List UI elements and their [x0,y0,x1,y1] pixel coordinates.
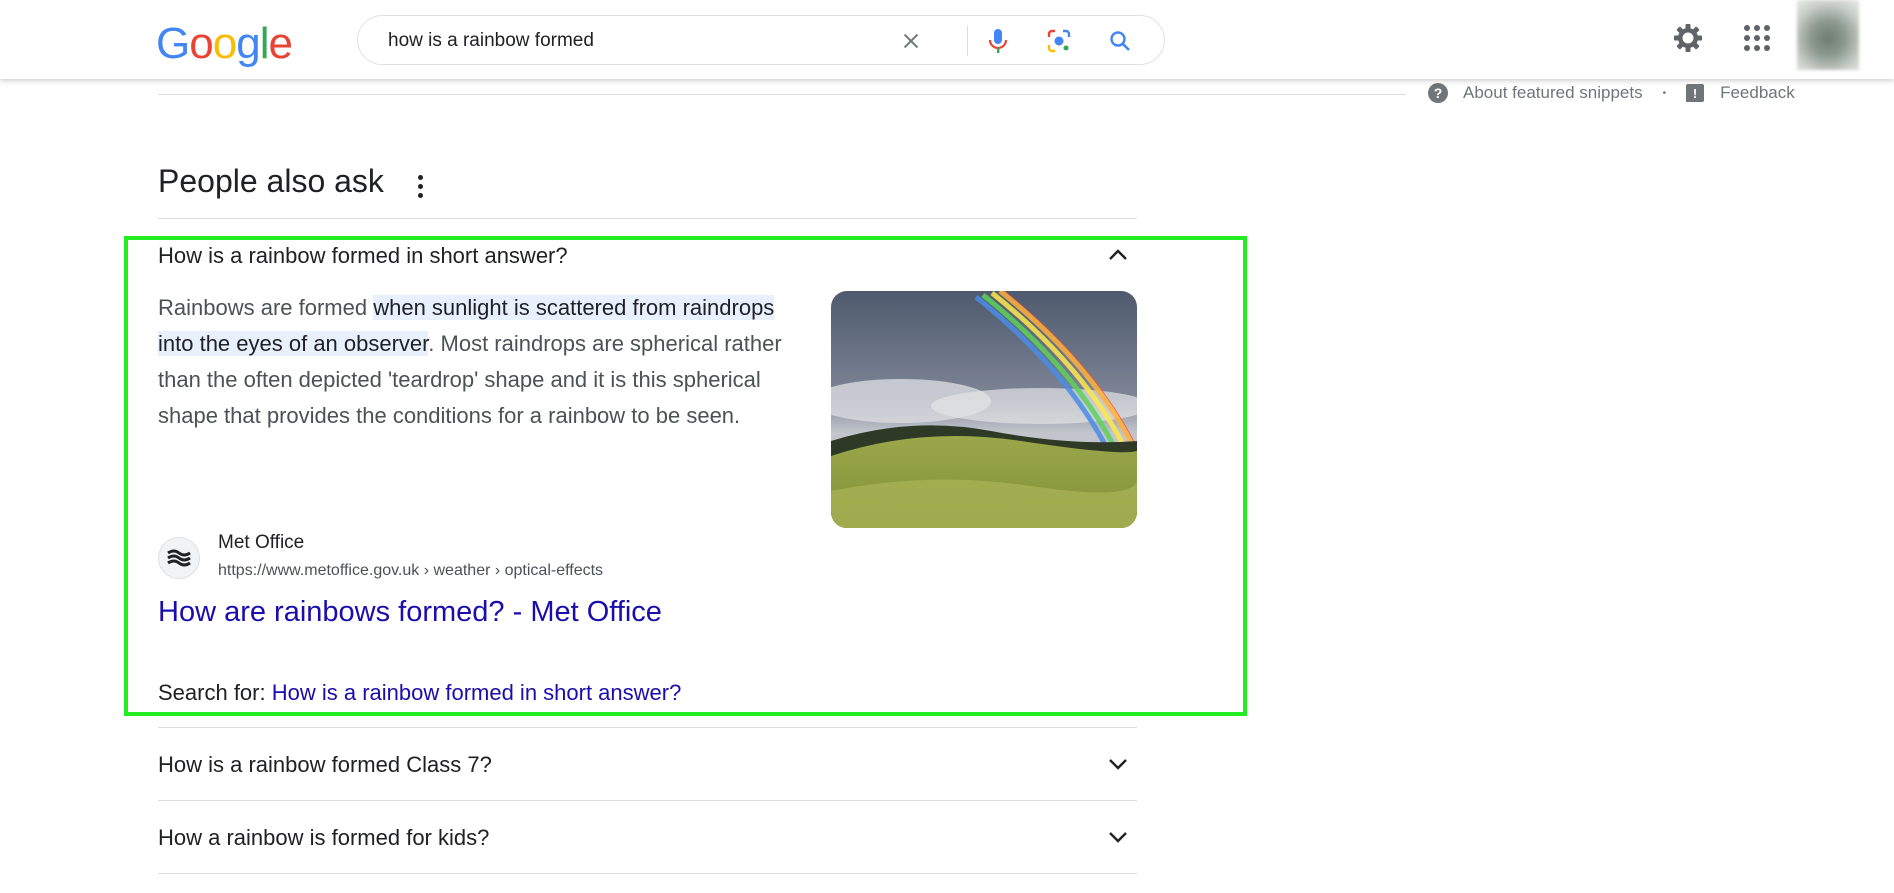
paa-question-collapsed[interactable]: How a rainbow is formed for kids? [158,825,489,851]
chevron-down-icon[interactable] [1106,825,1130,849]
logo-letter: g [236,19,261,68]
paa-divider [158,800,1137,801]
paa-divider [158,218,1137,219]
logo-letter: G [156,19,190,68]
annotation-highlight-box [124,236,1247,716]
feedback-link[interactable]: Feedback [1720,83,1795,103]
clear-icon[interactable] [897,27,925,55]
apps-grid-icon[interactable] [1739,20,1775,56]
search-box[interactable]: how is a rainbow formed [357,15,1165,65]
microphone-icon[interactable] [984,27,1012,55]
feedback-icon[interactable]: ! [1686,84,1705,102]
snippet-footer: ? About featured snippets • ! Feedback [1428,83,1795,103]
separator: • [1662,87,1667,99]
paa-divider [158,873,1137,874]
paa-question-collapsed[interactable]: How is a rainbow formed Class 7? [158,752,492,778]
logo-letter: o [189,19,214,68]
top-header: Google how is a rainbow formed [0,0,1894,79]
chevron-down-icon[interactable] [1106,752,1130,776]
help-icon[interactable]: ? [1428,83,1448,103]
google-logo[interactable]: Google [156,18,293,70]
lens-icon[interactable] [1045,27,1073,55]
logo-letter: e [268,19,293,68]
paa-divider [158,727,1137,728]
search-icon[interactable] [1106,27,1134,55]
more-options-icon[interactable] [410,172,430,200]
divider [158,94,1406,95]
about-featured-snippets-link[interactable]: About featured snippets [1463,83,1643,103]
logo-letter: l [259,19,270,68]
search-divider [967,26,968,56]
paa-title: People also ask [158,163,384,199]
settings-gear-icon[interactable] [1670,20,1706,56]
search-input[interactable]: how is a rainbow formed [388,30,594,52]
logo-letter: o [212,19,238,68]
avatar[interactable] [1797,0,1859,70]
